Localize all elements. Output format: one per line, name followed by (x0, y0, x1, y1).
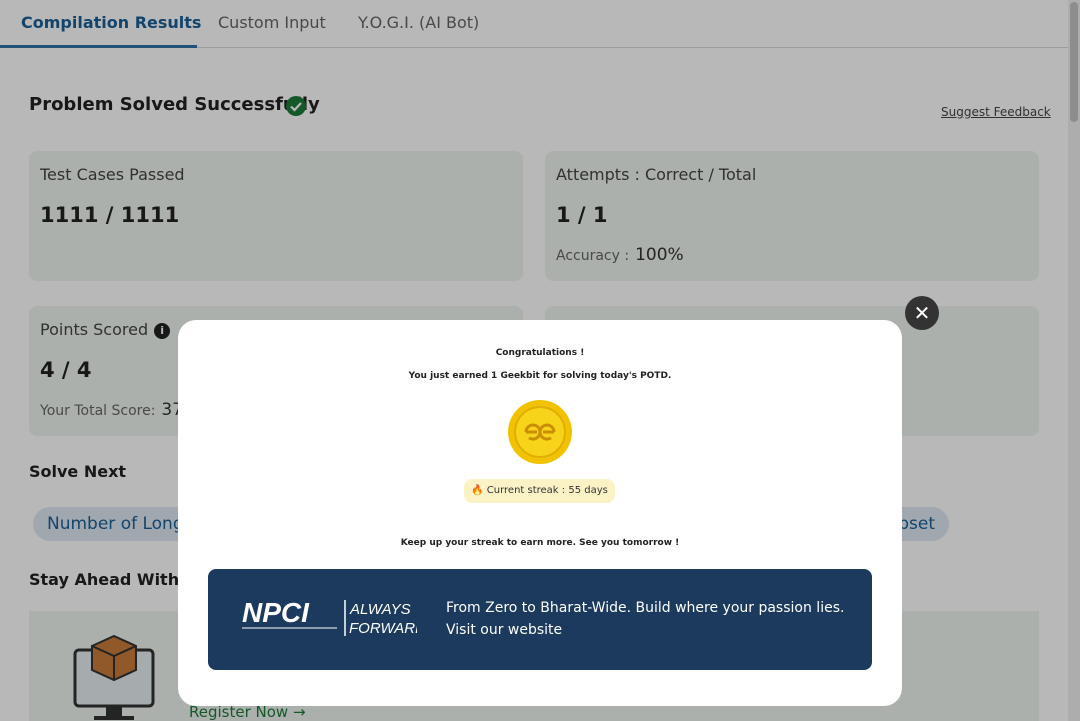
keep-up-message: Keep up your streak to earn more. See yo… (400, 538, 680, 548)
svg-text:NPCI: NPCI (242, 597, 310, 628)
congrats-modal: Congratulations ! You just earned 1 Geek… (178, 320, 902, 706)
npci-banner-text: From Zero to Bharat-Wide. Build where yo… (446, 600, 845, 638)
close-icon[interactable]: ✕ (905, 296, 939, 330)
geekbit-coin-icon (508, 400, 572, 464)
earned-message: You just earned 1 Geekbit for solving to… (408, 371, 672, 381)
congrats-title: Congratulations ! (495, 348, 585, 358)
svg-text:ALWAYS: ALWAYS (349, 601, 411, 618)
npci-logo-icon: NPCI ALWAYS FORWARD (242, 597, 417, 637)
npci-banner[interactable]: NPCI ALWAYS FORWARD From Zero to Bharat-… (208, 569, 872, 670)
svg-text:FORWARD: FORWARD (349, 620, 417, 637)
streak-badge: 🔥 Current streak : 55 days (464, 479, 615, 503)
